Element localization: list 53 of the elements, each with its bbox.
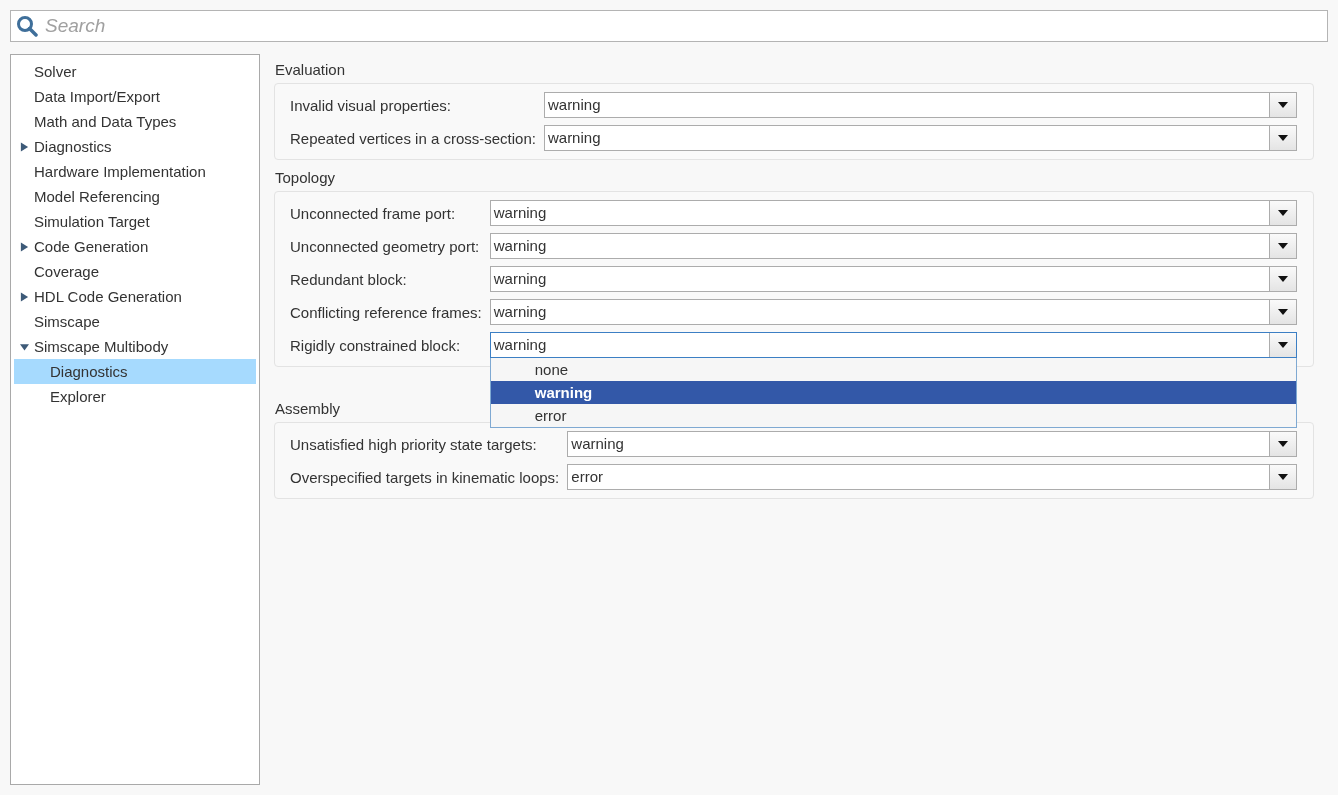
- section-title: Topology: [274, 170, 336, 186]
- caret-icon: [1278, 102, 1288, 108]
- caret-icon: [1278, 474, 1288, 480]
- field-label: Conflicting reference frames:: [290, 303, 482, 321]
- dropdown-option[interactable]: none: [490, 358, 1296, 381]
- tree-item[interactable]: Diagnostics: [14, 134, 256, 159]
- expand-arrow-icon[interactable]: [19, 241, 29, 252]
- caret-icon: [1278, 243, 1288, 249]
- dropdown-option[interactable]: error: [490, 404, 1296, 427]
- field-label: Invalid visual properties:: [290, 96, 452, 114]
- search-icon: [16, 15, 38, 37]
- search-field[interactable]: Search: [10, 10, 1328, 42]
- field-label: Redundant block:: [290, 270, 408, 288]
- section-title: Assembly: [274, 401, 341, 417]
- tree-item[interactable]: Math and Data Types: [14, 109, 256, 134]
- field-label: Unconnected frame port:: [290, 204, 457, 222]
- caret-icon: [1278, 276, 1288, 282]
- section-title: Evaluation: [274, 62, 346, 78]
- field-label: Unsatisfied high priority state targets:: [290, 435, 538, 453]
- collapse-arrow-icon[interactable]: [19, 341, 29, 352]
- expand-arrow-icon[interactable]: [19, 291, 29, 302]
- tree-item[interactable]: Diagnostics: [14, 359, 256, 384]
- tree-item[interactable]: Coverage: [14, 259, 256, 284]
- dropdown-button[interactable]: [1269, 201, 1296, 225]
- tree-item[interactable]: HDL Code Generation: [14, 284, 256, 309]
- tree-item[interactable]: Simscape: [14, 309, 256, 334]
- field-label: Rigidly constrained block:: [290, 336, 462, 354]
- dropdown-button[interactable]: [1269, 333, 1296, 357]
- tree-item[interactable]: Data Import/Export: [14, 84, 256, 109]
- dropdown-option[interactable]: warning: [490, 381, 1296, 404]
- tree-item[interactable]: Simscape Multibody: [14, 334, 256, 359]
- tree-item[interactable]: Model Referencing: [14, 184, 256, 209]
- caret-icon: [1278, 441, 1288, 447]
- field-label: Unconnected geometry port:: [290, 237, 481, 255]
- field-label: Repeated vertices in a cross-section:: [290, 129, 536, 147]
- tree-item[interactable]: Solver: [14, 59, 256, 84]
- dropdown-button[interactable]: [1269, 267, 1296, 291]
- tree-item[interactable]: Hardware Implementation: [14, 159, 256, 184]
- caret-icon: [1278, 309, 1288, 315]
- dropdown-button[interactable]: [1269, 300, 1296, 324]
- tree-item[interactable]: Explorer: [14, 384, 256, 409]
- dropdown-button[interactable]: [1269, 465, 1296, 489]
- dropdown-button[interactable]: [1269, 93, 1296, 117]
- dropdown-button[interactable]: [1269, 432, 1296, 456]
- tree-item[interactable]: Simulation Target: [14, 209, 256, 234]
- expand-arrow-icon[interactable]: [19, 141, 29, 152]
- dropdown-button[interactable]: [1269, 126, 1296, 150]
- caret-icon: [1278, 135, 1288, 141]
- dropdown-button[interactable]: [1269, 234, 1296, 258]
- field-label: Overspecified targets in kinematic loops:: [290, 468, 560, 486]
- caret-icon: [1278, 210, 1288, 216]
- caret-icon: [1278, 342, 1288, 348]
- tree-item[interactable]: Code Generation: [14, 234, 256, 259]
